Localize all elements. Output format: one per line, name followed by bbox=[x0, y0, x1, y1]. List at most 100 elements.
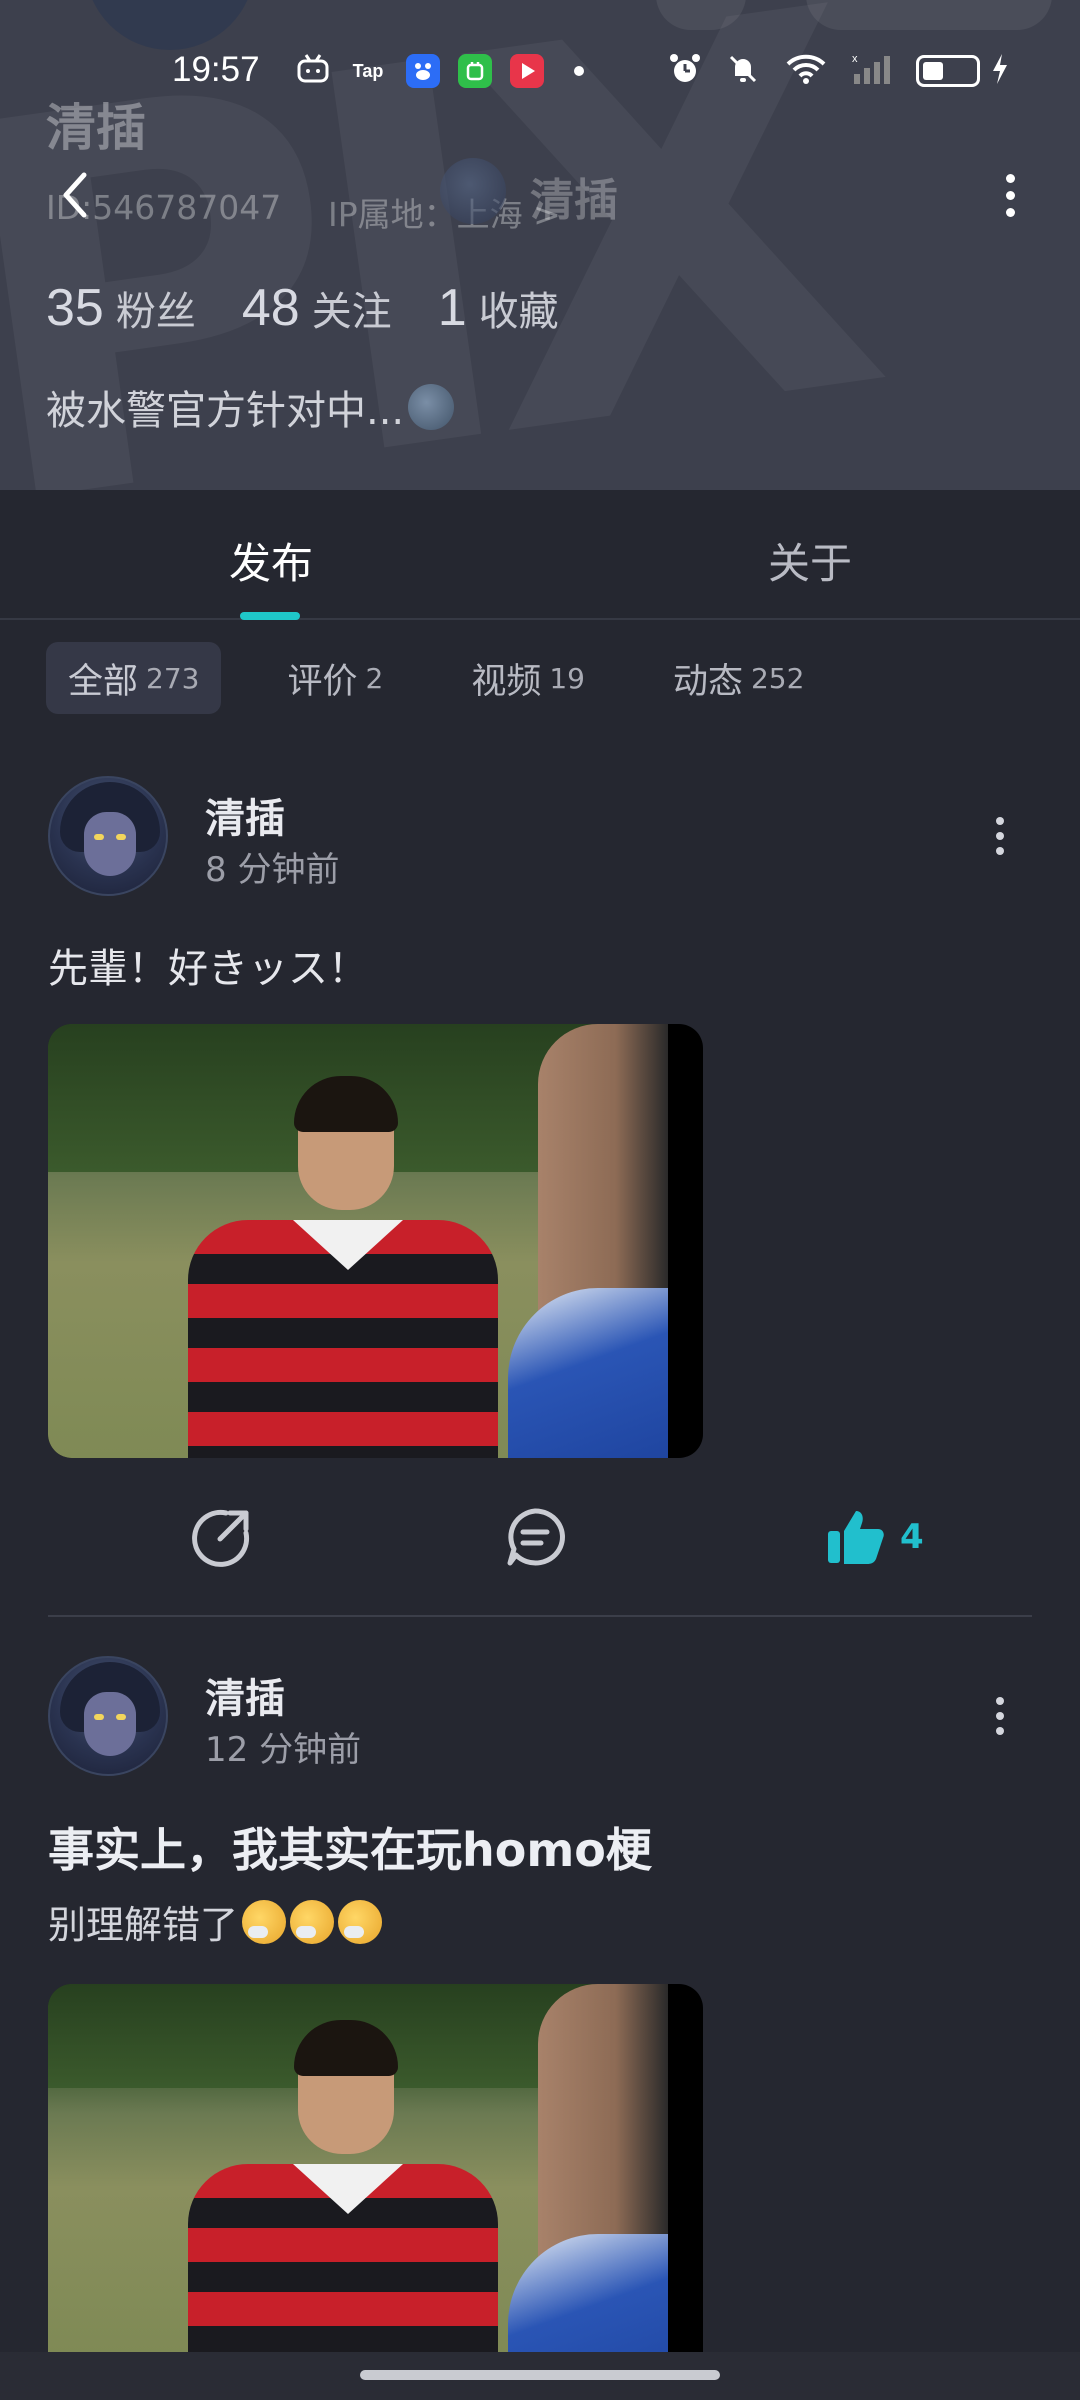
mute-icon bbox=[726, 52, 760, 90]
stat-number: 35 bbox=[46, 279, 104, 337]
back-button[interactable] bbox=[40, 160, 110, 230]
post-more-button[interactable] bbox=[980, 1686, 1020, 1746]
active-tab-indicator bbox=[240, 612, 300, 620]
nav-avatar bbox=[440, 158, 506, 224]
sneezing-face-emoji-icon bbox=[338, 1899, 383, 1944]
red-play-icon bbox=[510, 54, 544, 88]
filter-count: 273 bbox=[146, 661, 200, 695]
svg-text:x: x bbox=[852, 53, 858, 65]
post-time: 12 分钟前 bbox=[205, 1730, 362, 1770]
charging-icon bbox=[990, 52, 1010, 90]
filter-videos[interactable]: 视频 19 bbox=[449, 642, 607, 714]
video-frame bbox=[48, 1024, 668, 1458]
filter-count: 19 bbox=[549, 661, 585, 695]
filter-label: 视频 bbox=[471, 661, 542, 702]
stat-label: 关注 bbox=[311, 289, 392, 335]
stat-number: 1 bbox=[437, 279, 467, 337]
comment-button[interactable] bbox=[502, 1492, 568, 1582]
share-button[interactable] bbox=[190, 1492, 254, 1582]
filter-reviews[interactable]: 评价 2 bbox=[265, 642, 405, 714]
stat-number: 48 bbox=[241, 279, 300, 337]
bilibili-tv-icon bbox=[296, 52, 330, 90]
video-frame bbox=[48, 1984, 668, 2354]
nav-title: 清插 bbox=[530, 175, 618, 226]
alarm-icon bbox=[668, 52, 702, 90]
tab-posts[interactable]: 发布 bbox=[229, 530, 313, 591]
battery-icon bbox=[916, 55, 980, 87]
notification-dot-icon bbox=[574, 66, 584, 76]
more-dot-icon bbox=[1005, 207, 1015, 217]
more-dot-icon bbox=[1005, 173, 1015, 183]
more-dot-icon bbox=[1005, 190, 1015, 200]
post-title[interactable]: 事实上，我其实在玩homo梗 bbox=[48, 1814, 652, 1880]
status-time: 19:57 bbox=[172, 50, 260, 89]
scene-other-shirt bbox=[508, 2234, 668, 2354]
follow-pill-ghost bbox=[806, 0, 1052, 30]
filter-label: 评价 bbox=[287, 661, 358, 702]
post-subtitle-text: 别理解错了 bbox=[48, 1903, 239, 1947]
avatar-eye bbox=[116, 1714, 126, 1720]
avatar-eye bbox=[116, 834, 126, 840]
avatar-eye bbox=[94, 834, 104, 840]
more-dot-icon bbox=[996, 847, 1004, 855]
post-time: 8 分钟前 bbox=[205, 850, 340, 890]
bio-text: 被水警官方针对中... bbox=[46, 388, 405, 434]
profile-stats: 35 粉丝 48 关注 1 收藏 bbox=[46, 278, 559, 338]
filter-all[interactable]: 全部 273 bbox=[46, 642, 222, 714]
more-dot-icon bbox=[996, 832, 1004, 840]
stat-followers[interactable]: 35 粉丝 bbox=[46, 278, 196, 338]
signal-icon: x bbox=[852, 52, 892, 90]
more-options-button[interactable] bbox=[980, 160, 1040, 230]
top-navigation: 清插 bbox=[0, 150, 1080, 240]
filter-moments[interactable]: 动态 252 bbox=[651, 642, 826, 714]
filter-count: 252 bbox=[750, 661, 805, 695]
stat-label: 收藏 bbox=[478, 289, 559, 335]
stat-favorites[interactable]: 1 收藏 bbox=[438, 278, 559, 338]
avatar-eye bbox=[94, 1714, 104, 1720]
sneezing-face-emoji-icon bbox=[290, 1899, 335, 1944]
profile-header: PIX 清插 ID:546787047 IP属地：上海 > 19:57 Tap bbox=[0, 0, 1080, 490]
baidu-icon bbox=[406, 54, 440, 88]
home-indicator[interactable] bbox=[360, 2370, 720, 2380]
post-author[interactable]: 清插 bbox=[205, 786, 285, 844]
profile-tabs: 发布 关于 bbox=[0, 490, 1080, 620]
avatar[interactable] bbox=[48, 776, 168, 896]
like-count: 4 bbox=[900, 1517, 924, 1557]
more-dot-icon bbox=[996, 817, 1004, 825]
post-more-button[interactable] bbox=[980, 806, 1020, 866]
filter-label: 动态 bbox=[672, 661, 743, 702]
post-divider bbox=[48, 1615, 1032, 1617]
like-button[interactable]: 4 bbox=[826, 1492, 924, 1582]
sneezing-face-emoji-icon bbox=[242, 1899, 287, 1944]
post-video-thumbnail[interactable] bbox=[48, 1024, 703, 1458]
post-text[interactable]: 先輩！好きッス！ bbox=[48, 936, 368, 994]
avatar[interactable] bbox=[48, 1656, 168, 1776]
more-dot-icon bbox=[996, 1712, 1004, 1720]
post-subtitle[interactable]: 别理解错了 bbox=[48, 1894, 383, 1949]
more-dot-icon bbox=[996, 1727, 1004, 1735]
avatar-face bbox=[84, 1692, 136, 1756]
status-app-icons: Tap bbox=[296, 52, 584, 90]
post-video-thumbnail[interactable] bbox=[48, 1984, 703, 2354]
scene-other-shirt bbox=[508, 1288, 668, 1458]
thumbs-up-icon bbox=[828, 1511, 884, 1564]
profile-bio[interactable]: 被水警官方针对中... bbox=[46, 378, 455, 436]
tap-icon: Tap bbox=[352, 60, 384, 81]
stat-following[interactable]: 48 关注 bbox=[242, 278, 392, 338]
wifi-icon bbox=[784, 52, 828, 90]
moon-face-emoji-icon bbox=[408, 384, 455, 430]
filter-label: 全部 bbox=[68, 661, 139, 702]
stat-label: 粉丝 bbox=[115, 289, 196, 335]
more-dot-icon bbox=[996, 1697, 1004, 1705]
avatar-face bbox=[84, 812, 136, 876]
comment-icon bbox=[507, 1508, 565, 1566]
status-system-icons: x bbox=[668, 52, 1010, 90]
share-icon bbox=[192, 1509, 250, 1567]
back-arrow-icon bbox=[63, 172, 87, 218]
green-app-icon bbox=[458, 54, 492, 88]
post-author[interactable]: 清插 bbox=[205, 1666, 285, 1724]
tab-about[interactable]: 关于 bbox=[768, 530, 852, 591]
content-filter-row: 全部 273 评价 2 视频 19 动态 252 bbox=[46, 642, 870, 714]
status-bar: 19:57 Tap x bbox=[0, 40, 1080, 104]
filter-count: 2 bbox=[365, 661, 384, 695]
